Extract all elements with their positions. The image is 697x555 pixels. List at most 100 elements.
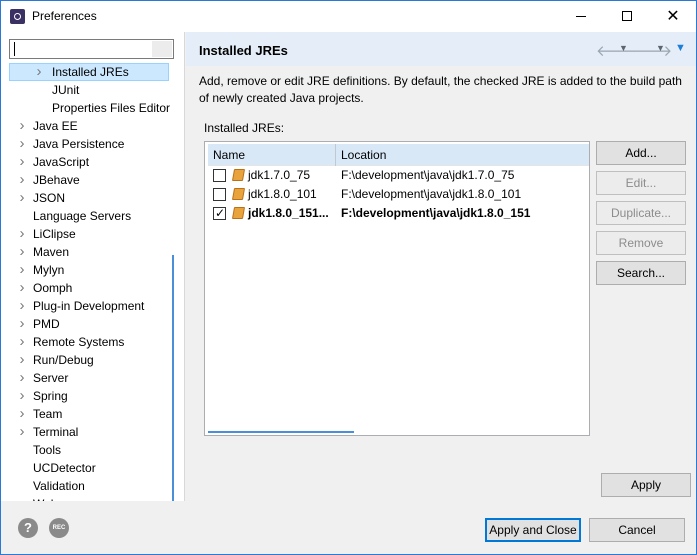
column-divider[interactable] — [335, 144, 336, 166]
table-row[interactable]: jdk1.8.0_101 F:\development\java\jdk1.8.… — [208, 185, 589, 204]
sidebar-item-label: JUnit — [52, 83, 80, 97]
sidebar-item-label: Plug-in Development — [33, 299, 145, 313]
sidebar-item[interactable]: Validation — [1, 477, 173, 495]
sidebar-item[interactable]: › Server — [1, 369, 173, 387]
jre-name: jdk1.8.0_151... — [248, 206, 329, 220]
jre-table: Name Location jdk1.7.0_75 F:\development… — [204, 141, 590, 436]
expand-chevron-icon[interactable]: › — [17, 117, 27, 135]
forward-arrow-icon[interactable]: 🡒 — [632, 41, 672, 60]
add-button[interactable]: Add... — [596, 141, 686, 165]
sidebar-item[interactable]: › LiClipse — [1, 225, 173, 243]
sidebar-item[interactable]: › Terminal — [1, 423, 173, 441]
expand-chevron-icon[interactable]: › — [17, 315, 27, 333]
forward-dropdown-icon[interactable]: ▼ — [656, 43, 665, 53]
column-header-location[interactable]: Location — [341, 144, 386, 166]
filter-input[interactable] — [9, 39, 174, 59]
edit-button-label: Edit... — [625, 176, 657, 190]
sidebar-item[interactable]: › Maven — [1, 243, 173, 261]
sidebar-item[interactable]: › JSON — [1, 189, 173, 207]
text-caret — [14, 42, 15, 56]
tree-scrollbar[interactable] — [172, 255, 174, 505]
search-button[interactable]: Search... — [596, 261, 686, 285]
jre-checkbox[interactable] — [213, 188, 226, 201]
sidebar-item[interactable]: › Java Persistence — [1, 135, 173, 153]
preferences-window: Preferences ✕ › Installed JREs JUnit Proper… — [0, 0, 697, 555]
sidebar-item[interactable]: › Mylyn — [1, 261, 173, 279]
expand-chevron-icon[interactable]: › — [17, 279, 27, 297]
sidebar-item[interactable]: UCDetector — [1, 459, 173, 477]
expand-chevron-icon[interactable]: › — [17, 225, 27, 243]
expand-chevron-icon[interactable]: › — [17, 243, 27, 261]
table-row[interactable]: jdk1.7.0_75 F:\development\java\jdk1.7.0… — [208, 166, 589, 185]
maximize-button[interactable] — [604, 1, 650, 32]
expand-chevron-icon[interactable]: › — [17, 423, 27, 441]
close-button[interactable]: ✕ — [650, 1, 696, 32]
sidebar-item[interactable]: › JavaScript — [1, 153, 173, 171]
table-header: Name Location — [208, 144, 589, 166]
expand-chevron-icon[interactable]: › — [17, 351, 27, 369]
sidebar-item-label: LiClipse — [33, 227, 76, 241]
view-menu-icon[interactable]: ▼ — [675, 42, 686, 54]
jre-name: jdk1.8.0_101 — [248, 187, 317, 201]
remove-button-label: Remove — [618, 236, 664, 250]
cancel-button-label: Cancel — [618, 523, 656, 537]
jre-location: F:\development\java\jdk1.8.0_151 — [341, 206, 531, 220]
expand-chevron-icon[interactable]: › — [34, 63, 44, 81]
sidebar-item[interactable]: › Remote Systems — [1, 333, 173, 351]
sidebar-item-label: Team — [33, 407, 63, 421]
sidebar-item[interactable]: › Spring — [1, 387, 173, 405]
sidebar-item[interactable]: › Oomph — [1, 279, 173, 297]
expand-chevron-icon[interactable]: › — [17, 261, 27, 279]
jre-checkbox[interactable] — [213, 169, 226, 182]
jre-library-icon — [231, 188, 246, 200]
sidebar-item[interactable]: › Plug-in Development — [1, 297, 173, 315]
sidebar-item-label: JBehave — [33, 173, 80, 187]
sidebar-item[interactable]: › PMD — [1, 315, 173, 333]
sidebar-item-label: Server — [33, 371, 69, 385]
sidebar-item-label: JSON — [33, 191, 66, 205]
sidebar-item-label: Java EE — [33, 119, 78, 133]
sidebar-item[interactable]: Tools — [1, 441, 173, 459]
remove-button[interactable]: Remove — [596, 231, 686, 255]
expand-chevron-icon[interactable]: › — [17, 333, 27, 351]
expand-chevron-icon[interactable]: › — [17, 171, 27, 189]
expand-chevron-icon[interactable]: › — [17, 135, 27, 153]
sidebar-item[interactable]: › Java EE — [1, 117, 173, 135]
sidebar-item-label: Validation — [33, 479, 85, 493]
column-header-name[interactable]: Name — [213, 144, 245, 166]
jre-checkbox-checked[interactable] — [213, 204, 226, 223]
expand-chevron-icon[interactable]: › — [17, 189, 27, 207]
sidebar-item[interactable]: Language Servers — [1, 207, 173, 225]
expand-chevron-icon[interactable]: › — [17, 387, 27, 405]
cancel-button[interactable]: Cancel — [589, 518, 685, 542]
preference-tree: › Installed JREs JUnit Properties Files Edi… — [1, 63, 173, 513]
sidebar-item[interactable]: › Installed JREs — [1, 63, 173, 81]
minimize-button[interactable] — [558, 1, 604, 32]
expand-chevron-icon[interactable]: › — [17, 405, 27, 423]
back-dropdown-icon[interactable]: ▼ — [619, 43, 628, 53]
sidebar-item[interactable]: › Team — [1, 405, 173, 423]
sidebar-item[interactable]: JUnit — [1, 81, 173, 99]
help-icon[interactable]: ? — [18, 518, 38, 538]
sidebar-item-label: Oomph — [33, 281, 73, 295]
sidebar-item-label: PMD — [33, 317, 60, 331]
expand-chevron-icon[interactable]: › — [17, 297, 27, 315]
sidebar-item-label: Terminal — [33, 425, 79, 439]
jre-library-icon — [231, 207, 246, 219]
apply-and-close-button[interactable]: Apply and Close — [485, 518, 581, 542]
expand-chevron-icon[interactable]: › — [17, 369, 27, 387]
record-macro-icon[interactable]: REC — [49, 518, 69, 538]
sidebar-item[interactable]: › JBehave — [1, 171, 173, 189]
table-horizontal-scrollbar[interactable] — [208, 431, 354, 433]
duplicate-button[interactable]: Duplicate... — [596, 201, 686, 225]
filter-clear-area — [152, 41, 172, 57]
edit-button[interactable]: Edit... — [596, 171, 686, 195]
add-button-label: Add... — [625, 146, 657, 160]
expand-chevron-icon[interactable]: › — [17, 153, 27, 171]
sidebar-item[interactable]: Properties Files Editor — [1, 99, 173, 117]
sidebar-item-label: Spring — [33, 389, 68, 403]
apply-button[interactable]: Apply — [601, 473, 691, 497]
sidebar-item[interactable]: › Run/Debug — [1, 351, 173, 369]
table-row[interactable]: jdk1.8.0_151... F:\development\java\jdk1… — [208, 204, 589, 223]
back-arrow-icon[interactable]: 🡐 — [596, 41, 636, 60]
